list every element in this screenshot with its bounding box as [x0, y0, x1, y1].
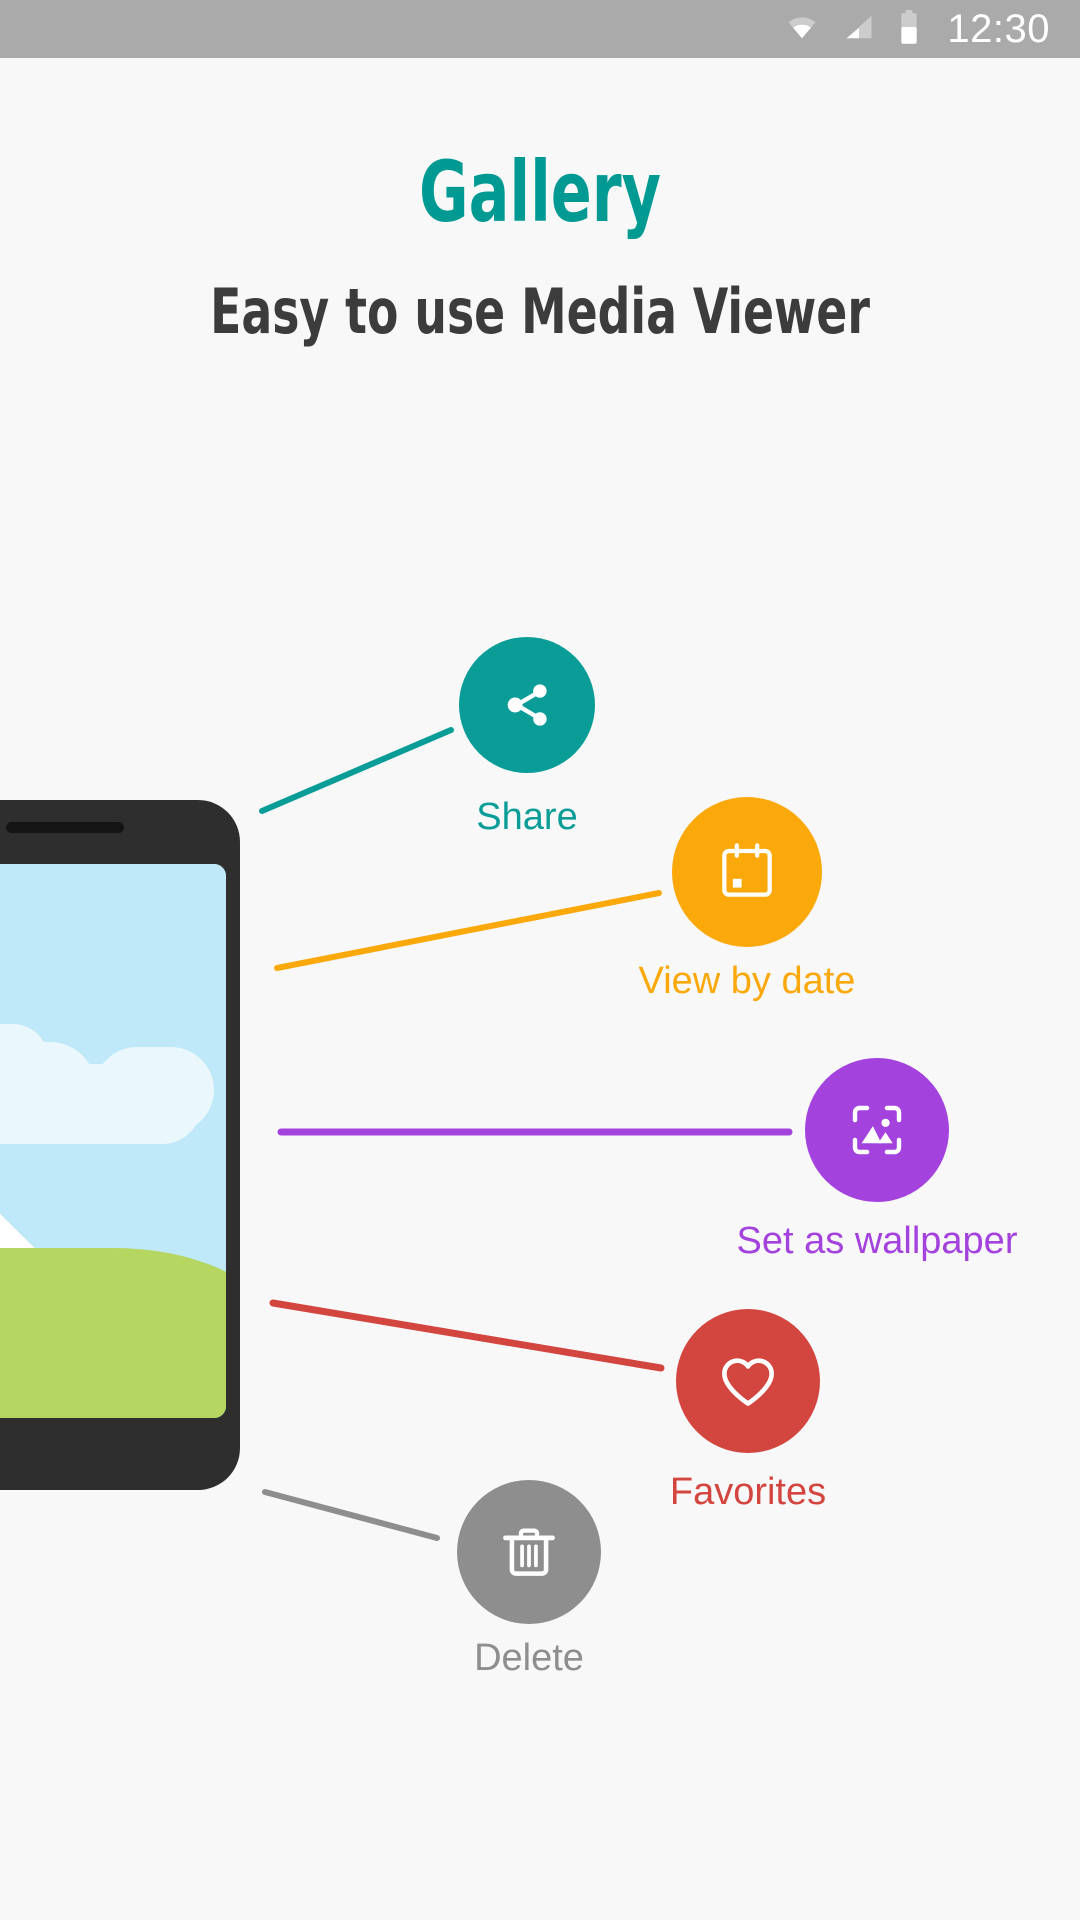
share-button[interactable] [459, 637, 595, 773]
onboarding-screen: 12:30 Gallery Easy to use Media Viewer S… [0, 0, 1080, 1920]
set-as-wallpaper-button[interactable] [805, 1058, 949, 1202]
trash-icon [503, 1528, 555, 1576]
feature-label-view-by-date: View by date [638, 960, 856, 1002]
heart-outline-icon [722, 1358, 774, 1406]
connector-line-share [259, 727, 454, 814]
calendar-icon [722, 843, 772, 897]
feature-label-favorites: Favorites [669, 1471, 827, 1513]
share-icon [507, 684, 547, 726]
image-frame-icon [852, 1105, 902, 1155]
connector-lines [259, 727, 793, 1541]
delete-button[interactable] [457, 1480, 601, 1624]
feature-label-set-as-wallpaper: Set as wallpaper [736, 1220, 1018, 1262]
view-by-date-button[interactable] [672, 797, 822, 947]
feature-label-delete: Delete [474, 1637, 584, 1679]
favorites-button[interactable] [676, 1309, 820, 1453]
connector-line-view-by-date [274, 890, 662, 971]
connector-line-favorites [269, 1299, 665, 1372]
connector-line-delete [262, 1489, 440, 1541]
feature-label-share: Share [476, 796, 578, 838]
